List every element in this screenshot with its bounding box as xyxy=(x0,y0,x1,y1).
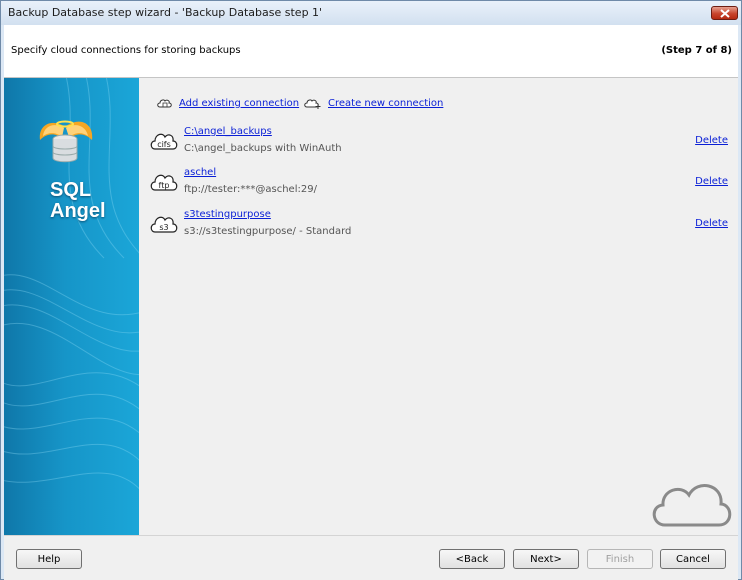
wizard-footer: Help <Back Next> Finish Cancel xyxy=(4,535,738,580)
cloud-s3-icon: s3 xyxy=(150,216,178,233)
create-new-connection-link[interactable]: Create new connection xyxy=(328,98,443,109)
connection-description: ftp://tester:***@aschel:29/ xyxy=(184,184,317,195)
cloud-cifs-icon: cifs xyxy=(150,133,178,150)
cancel-button[interactable]: Cancel xyxy=(660,549,726,569)
step-counter: (Step 7 of 8) xyxy=(661,45,732,56)
next-button[interactable]: Next> xyxy=(513,549,579,569)
cloud-add-icon xyxy=(304,99,321,109)
svg-text:cifs: cifs xyxy=(157,140,171,149)
connection-item-cifs: cifs C:\angel_backups C:\angel_backups w… xyxy=(149,126,729,162)
back-button[interactable]: <Back xyxy=(439,549,505,569)
main-panel: Add existing connection Create new conne… xyxy=(139,78,738,535)
cloud-ftp-icon: ftp xyxy=(150,174,178,191)
create-new-connection[interactable]: Create new connection xyxy=(303,97,443,109)
logo-text-angel: Angel xyxy=(50,200,106,222)
add-existing-connection[interactable]: Add existing connection xyxy=(156,97,299,109)
connection-item-ftp: ftp aschel ftp://tester:***@aschel:29/ D… xyxy=(149,167,729,203)
sidebar-banner: SQL Angel xyxy=(4,78,139,535)
svg-text:ftp: ftp xyxy=(159,181,170,190)
connection-description: C:\angel_backups with WinAuth xyxy=(184,143,342,154)
connection-name-link[interactable]: C:\angel_backups xyxy=(184,126,272,137)
delete-connection-link[interactable]: Delete xyxy=(695,218,728,229)
cloud-watermark-icon xyxy=(652,484,732,527)
wizard-window: Backup Database step wizard - 'Backup Da… xyxy=(0,0,742,580)
close-button[interactable] xyxy=(711,6,738,20)
title-bar: Backup Database step wizard - 'Backup Da… xyxy=(1,1,741,25)
connection-name-link[interactable]: s3testingpurpose xyxy=(184,209,271,220)
angel-logo-icon xyxy=(39,120,93,163)
step-description: Specify cloud connections for storing ba… xyxy=(11,45,241,56)
connection-description: s3://s3testingpurpose/ - Standard xyxy=(184,226,352,237)
connection-item-s3: s3 s3testingpurpose s3://s3testingpurpos… xyxy=(149,209,729,245)
window-title: Backup Database step wizard - 'Backup Da… xyxy=(8,6,323,19)
finish-button: Finish xyxy=(587,549,653,569)
cloud-existing-icon xyxy=(157,99,172,108)
svg-text:s3: s3 xyxy=(159,223,168,232)
logo-text-sql: SQL xyxy=(50,179,92,201)
wizard-header: Specify cloud connections for storing ba… xyxy=(4,25,738,78)
delete-connection-link[interactable]: Delete xyxy=(695,176,728,187)
add-existing-connection-link[interactable]: Add existing connection xyxy=(179,98,299,109)
connection-name-link[interactable]: aschel xyxy=(184,167,216,178)
delete-connection-link[interactable]: Delete xyxy=(695,135,728,146)
help-button[interactable]: Help xyxy=(16,549,82,569)
close-icon xyxy=(720,9,730,18)
